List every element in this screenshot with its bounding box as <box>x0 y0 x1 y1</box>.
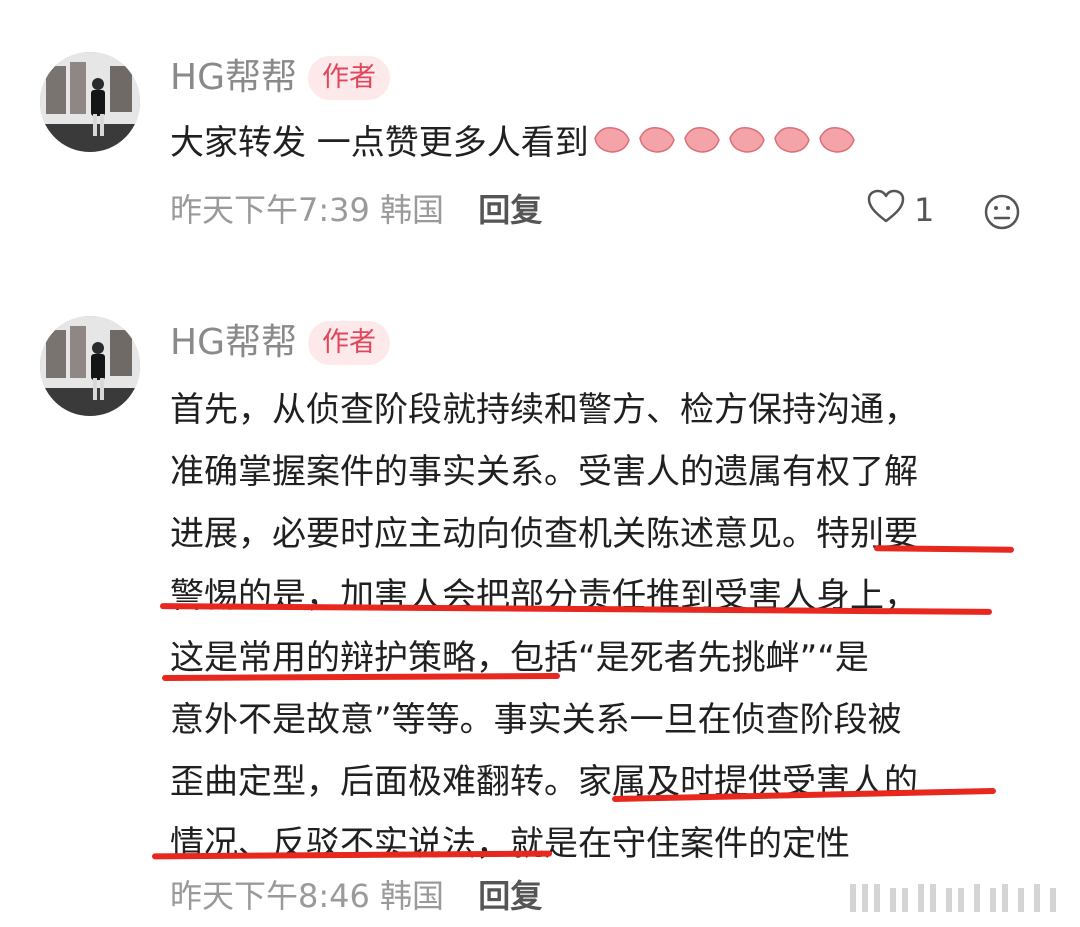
text-line: 歪曲定型，后面极难翻转。家属及时提供受害人的 <box>170 762 918 802</box>
text-line: 进展，必要时应主动向侦查机关陈述意见。特别要 <box>170 514 918 554</box>
text-line: 警惕的是，加害人会把部分责任推到受害人身上， <box>170 576 918 616</box>
author-badge: 作者 <box>308 321 390 365</box>
text-line: 情况、反驳不实说法，就是在守住案件的定性 <box>170 824 850 864</box>
avatar[interactable] <box>40 316 140 416</box>
text-line: 首先，从侦查阶段就持续和警方、检方保持沟通， <box>170 390 918 430</box>
location: 韩国 <box>380 877 445 915</box>
text-line: 准确掌握案件的事实关系。受害人的遗属有权了解 <box>170 452 918 492</box>
text-line: 意外不是故意”等等。事实关系一旦在侦查阶段被 <box>170 700 902 740</box>
comment-text: 首先，从侦查阶段就持续和警方、检方保持沟通， 准确掌握案件的事实关系。受害人的遗… <box>170 379 1020 875</box>
reply-button[interactable]: 回复 <box>478 877 542 915</box>
comment-2: HG帮帮 作者 首先，从侦查阶段就持续和警方、检方保持沟通， 准确掌握案件的事实… <box>0 0 1080 927</box>
timestamp: 昨天下午8:46 <box>170 877 370 915</box>
username[interactable]: HG帮帮 <box>170 323 297 363</box>
comment-meta: 昨天下午8:46 韩国 回复 <box>170 876 542 916</box>
watermark <box>850 880 1070 916</box>
